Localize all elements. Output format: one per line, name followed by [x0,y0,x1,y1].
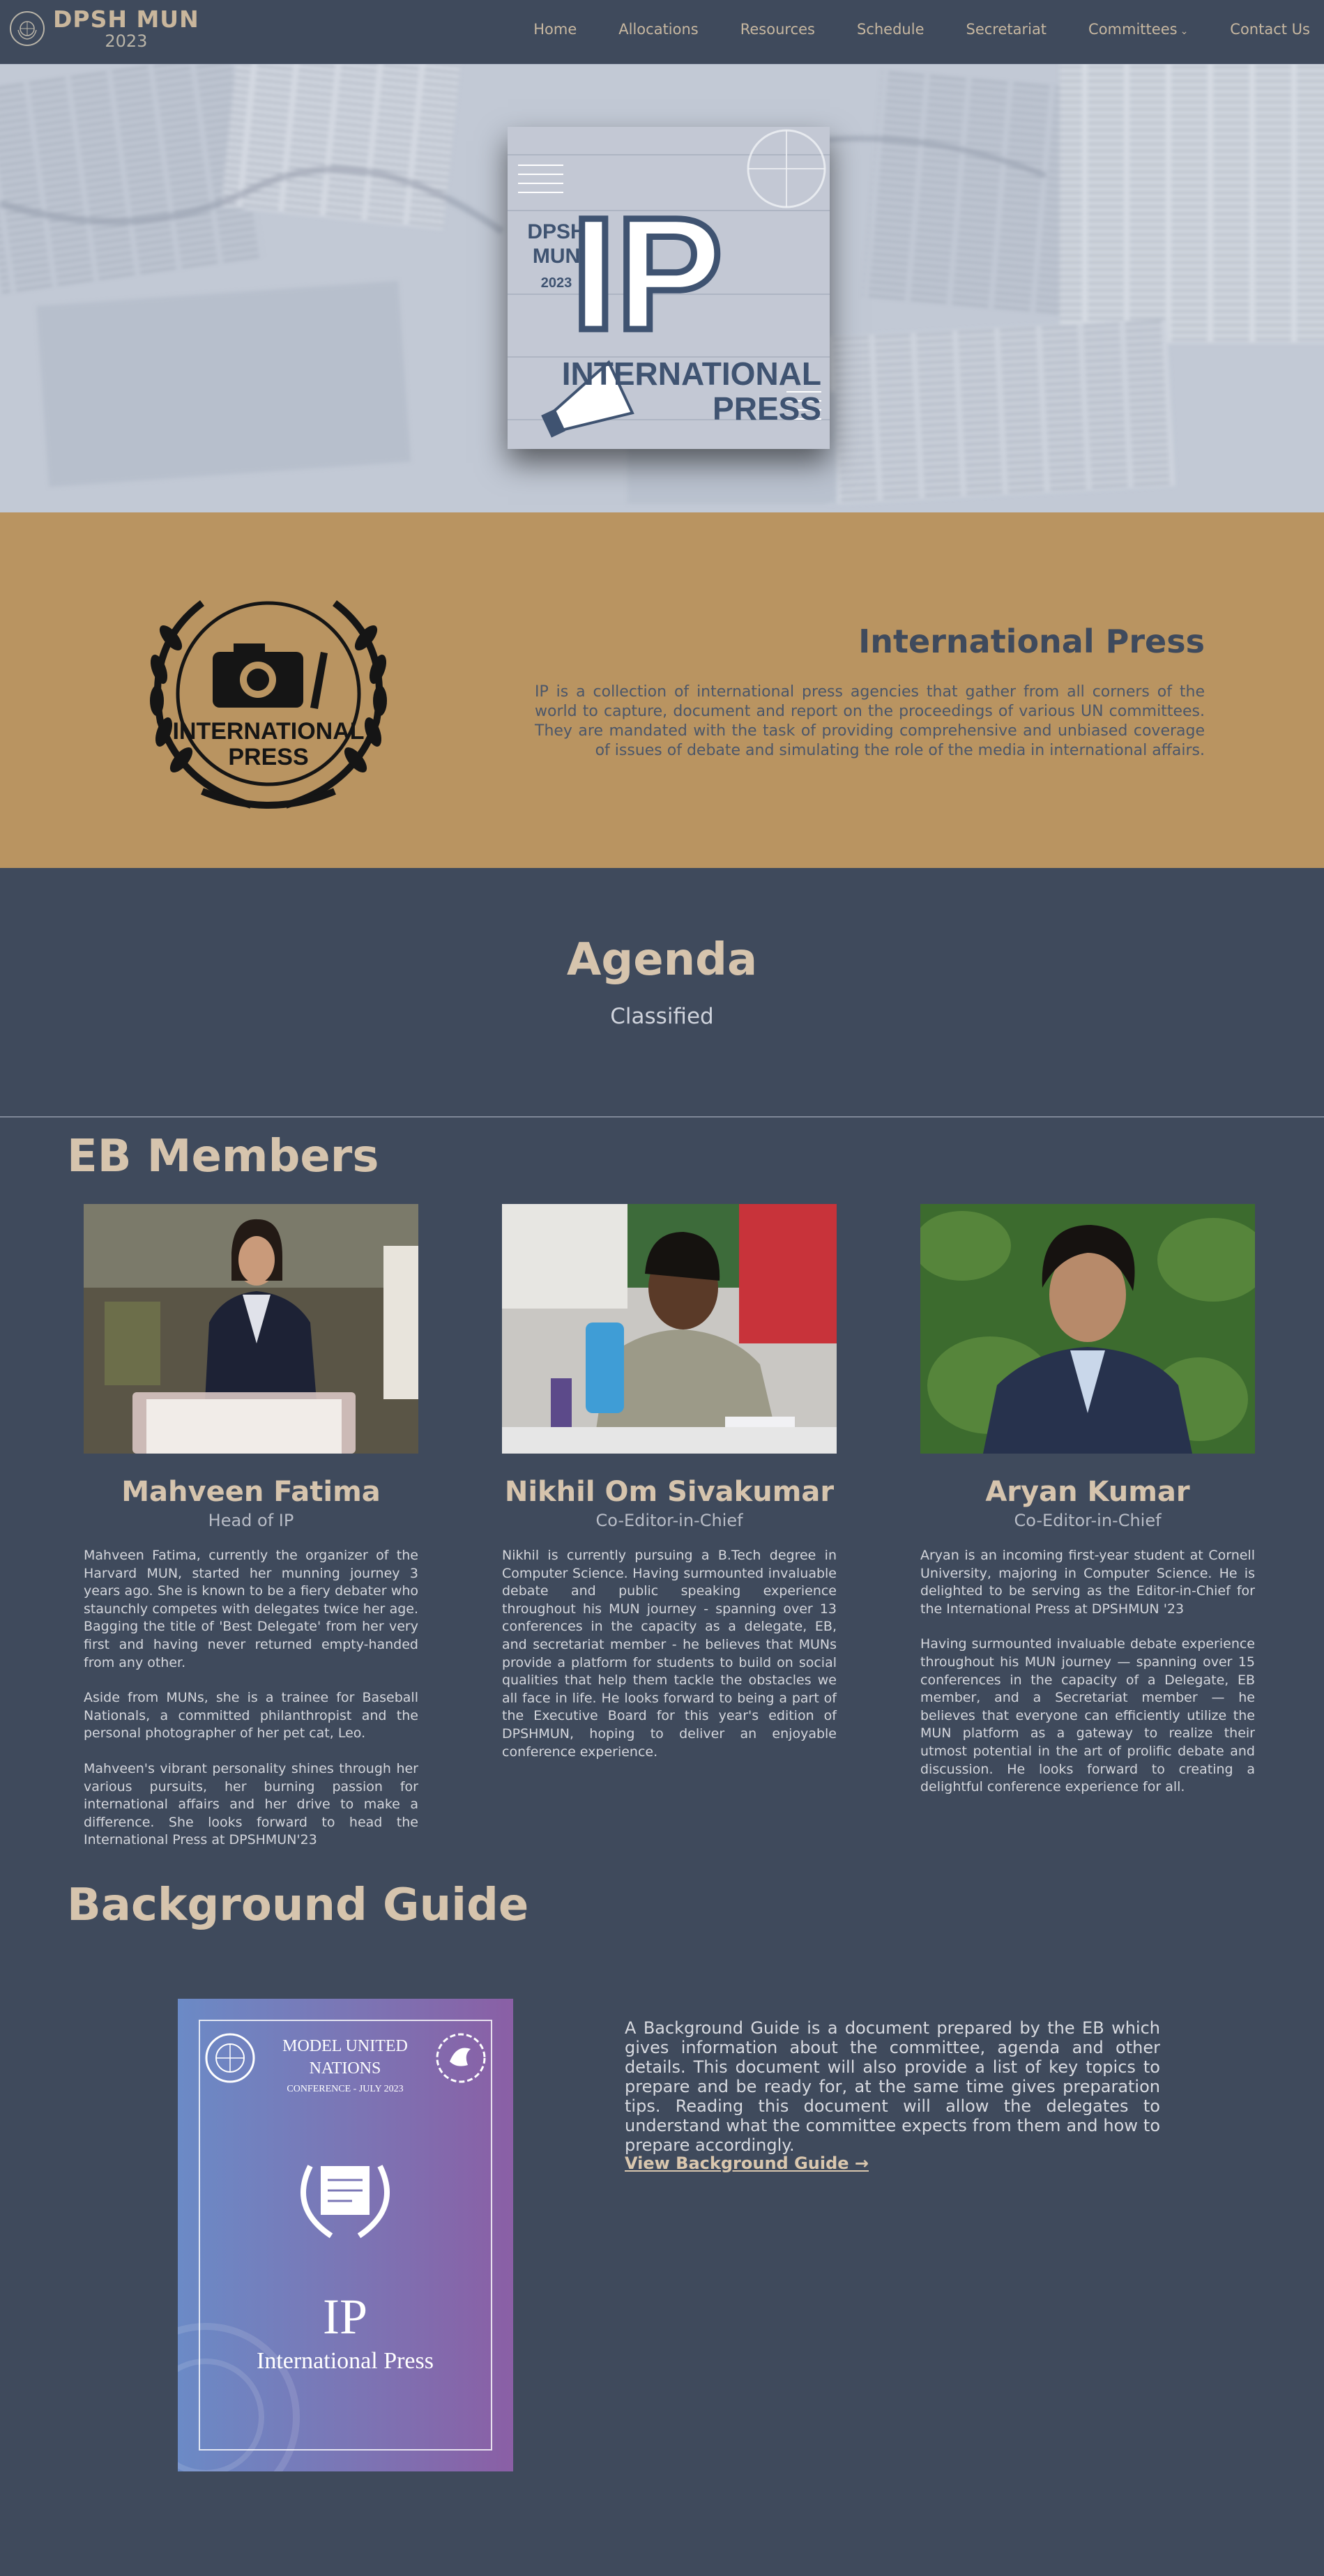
member-bio: Nikhil is currently pursuing a B.Tech de… [502,1547,837,1761]
member-bio-paragraph: Aside from MUNs, she is a trainee for Ba… [84,1690,418,1742]
nav-link-home[interactable]: Home [533,21,577,38]
background-guide-title: Background Guide [67,1880,529,1931]
international-press-emblem: INTERNATIONAL PRESS [150,600,387,809]
committee-intro-section: INTERNATIONAL PRESS International Press … [0,512,1324,868]
background-guide-cover[interactable]: MODEL UNITED NATIONS CONFERENCE - JULY 2… [178,1999,513,2471]
member-role: Head of IP [208,1511,294,1530]
eb-members-title: EB Members [67,1131,379,1182]
member-bio-paragraph: Nikhil is currently pursuing a B.Tech de… [502,1548,837,1760]
chevron-down-icon: ⌄ [1180,26,1189,37]
background-guide-description: A Background Guide is a document prepare… [625,2018,1160,2155]
nav-link-allocations[interactable]: Allocations [618,21,698,38]
member-bio-paragraph: Mahveen's vibrant personality shines thr… [84,1760,418,1848]
poster-year: 2023 [541,275,572,291]
pen-icon [310,652,328,709]
member-role: Co-Editor-in-Chief [1014,1511,1162,1530]
member-bio-paragraph: Mahveen Fatima, currently the organizer … [84,1548,418,1670]
camera-icon [213,643,303,708]
nav-link-contact[interactable]: Contact Us [1230,21,1310,38]
member-card: Mahveen Fatima Head of IP Mahveen Fatima… [84,1204,418,1867]
nav-link-committees[interactable]: Committees ⌄ [1088,21,1188,38]
poster-name-line2: PRESS [713,390,821,427]
nav-link-schedule[interactable]: Schedule [857,21,924,38]
view-background-guide-link[interactable]: View Background Guide → [625,2154,869,2173]
member-bio: Aryan is an incoming first-year student … [920,1547,1255,1797]
agenda-title: Agenda [566,934,758,986]
member-name: Aryan Kumar [985,1476,1190,1508]
hero-banner: DPSH MUN 2023 IP INTERNATIONAL PRESS [0,64,1324,512]
cover-frame [199,2020,492,2451]
member-photo [920,1204,1255,1454]
member-bio: Mahveen Fatima, currently the organizer … [84,1547,418,1850]
brand-year: 2023 [105,31,148,51]
member-card: Nikhil Om Sivakumar Co-Editor-in-Chief N… [502,1204,837,1778]
poster-name-line1: INTERNATIONAL [562,356,821,392]
top-navbar: DPSH MUN 2023 Home Allocations Resources… [0,0,1324,64]
committee-title: International Press [858,623,1205,660]
member-photo [502,1204,837,1454]
nav-link-secretariat[interactable]: Secretariat [966,21,1047,38]
member-card: Aryan Kumar Co-Editor-in-Chief Aryan is … [920,1204,1255,1814]
section-divider [0,1116,1324,1118]
nav-link-resources[interactable]: Resources [740,21,815,38]
nav-link-committees-label: Committees [1088,21,1178,38]
member-role: Co-Editor-in-Chief [595,1511,743,1530]
agenda-value: Classified [610,1004,714,1029]
emblem-line1: INTERNATIONAL [172,718,364,745]
un-emblem-icon [10,11,45,46]
nav-links: Home Allocations Resources Schedule Secr… [492,21,1310,38]
emblem-line2: PRESS [228,744,308,770]
committee-description: IP is a collection of international pres… [535,683,1205,759]
poster-abbr: IP [571,184,722,363]
member-name: Mahveen Fatima [121,1476,381,1508]
ip-poster: DPSH MUN 2023 IP INTERNATIONAL PRESS [508,127,830,449]
member-name: Nikhil Om Sivakumar [504,1476,835,1508]
member-bio-paragraph: Having surmounted invaluable debate expe… [920,1636,1255,1795]
brand-title: DPSH MUN [53,6,199,33]
member-bio-paragraph: Aryan is an incoming first-year student … [920,1548,1255,1617]
member-photo [84,1204,418,1454]
brand[interactable]: DPSH MUN 2023 [10,7,199,50]
